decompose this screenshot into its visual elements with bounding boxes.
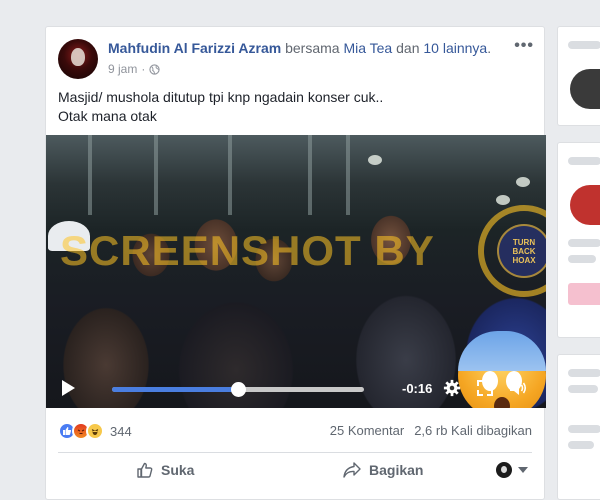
audience-selector[interactable] xyxy=(496,462,528,478)
post-time[interactable]: 9 jam xyxy=(108,62,137,76)
screenshot-watermark: SCREENSHOT BY xyxy=(60,227,435,274)
sidebar-card xyxy=(557,26,600,126)
share-count[interactable]: 2,6 rb Kali dibagikan xyxy=(414,423,532,438)
comment-count[interactable]: 25 Komentar xyxy=(330,423,404,438)
author-avatar[interactable] xyxy=(58,39,98,79)
globe-icon[interactable] xyxy=(149,63,160,75)
reaction-count[interactable]: 344 xyxy=(110,424,132,439)
seal-text: BACK xyxy=(512,246,536,256)
post-meta: 9 jam · xyxy=(108,62,160,76)
fullscreen-icon[interactable] xyxy=(476,379,494,397)
seal-text: TURN xyxy=(512,237,536,247)
like-label: Suka xyxy=(161,462,195,478)
gear-icon[interactable] xyxy=(443,379,461,397)
volume-icon[interactable] xyxy=(508,379,528,397)
reactions-summary[interactable]: 344 xyxy=(58,422,132,440)
period: . xyxy=(487,40,492,56)
thumbs-up-icon xyxy=(137,462,153,478)
author-name[interactable]: Mahfudin Al Farizzi Azram xyxy=(108,40,281,56)
progress-fill xyxy=(112,387,238,392)
haha-icon xyxy=(86,422,104,440)
post-text: Masjid/ mushola ditutup tpi knp ngadain … xyxy=(58,88,383,126)
meta-separator: · xyxy=(141,62,146,76)
sidebar-card xyxy=(557,354,600,500)
and-text: dan xyxy=(392,40,424,56)
seal-text: HOAX xyxy=(512,255,536,265)
mafindo-seal: TURN BACK HOAX xyxy=(478,205,546,297)
progress-bar[interactable] xyxy=(112,382,364,397)
like-button[interactable]: Suka xyxy=(136,461,194,479)
feed-post: Mahfudin Al Farizzi Azram bersama Mia Te… xyxy=(45,26,546,500)
time-remaining: -0:16 xyxy=(402,381,433,396)
chevron-down-icon xyxy=(518,467,528,473)
video-player[interactable]: SCREENSHOT BY TURN BACK HOAX -0:16 xyxy=(46,135,546,408)
share-label: Bagikan xyxy=(369,462,424,478)
post-text-line: Masjid/ mushola ditutup tpi knp ngadain … xyxy=(58,89,384,105)
more-options-icon[interactable]: ••• xyxy=(514,37,534,55)
play-icon[interactable] xyxy=(62,380,75,396)
with-text: bersama xyxy=(281,40,344,56)
share-button[interactable]: Bagikan xyxy=(342,461,423,479)
right-sidebar xyxy=(557,26,600,500)
tagged-friend[interactable]: Mia Tea xyxy=(343,40,392,56)
tagged-others[interactable]: 10 lainnya xyxy=(423,40,487,56)
sidebar-card xyxy=(557,142,600,338)
post-text-line: Otak mana otak xyxy=(58,108,157,124)
progress-knob[interactable] xyxy=(231,382,246,397)
share-arrow-icon xyxy=(343,462,361,478)
audience-avatar xyxy=(496,462,512,478)
post-stats: 25 Komentar 2,6 rb Kali dibagikan xyxy=(330,423,532,438)
post-header: Mahfudin Al Farizzi Azram bersama Mia Te… xyxy=(108,40,491,56)
post-actions: Suka Bagikan xyxy=(58,453,532,493)
video-controls: -0:16 xyxy=(46,370,546,408)
